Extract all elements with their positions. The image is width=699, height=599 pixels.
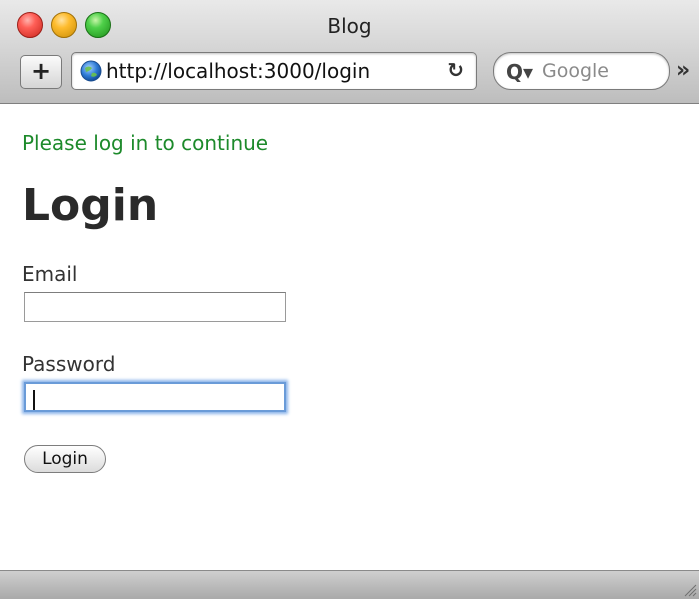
browser-toolbar: Blog + http://localhost:3000/login ↻ Q▾ — [0, 0, 699, 104]
address-bar[interactable]: http://localhost:3000/login ↻ — [71, 52, 477, 90]
search-icon[interactable]: Q▾ — [506, 60, 533, 84]
search-input[interactable] — [542, 60, 662, 82]
window-title: Blog — [327, 14, 372, 38]
flash-message: Please log in to continue — [22, 131, 269, 155]
password-label: Password — [22, 352, 116, 376]
search-box[interactable]: Q▾ — [493, 52, 670, 90]
email-label: Email — [22, 262, 78, 286]
text-caret — [33, 390, 35, 410]
page-content: Please log in to continue Login Email Pa… — [0, 104, 699, 570]
globe-icon — [80, 60, 102, 82]
url-text[interactable]: http://localhost:3000/login — [106, 59, 370, 83]
login-button[interactable]: Login — [24, 445, 106, 473]
reload-icon[interactable]: ↻ — [447, 58, 464, 82]
overflow-chevron-icon[interactable]: » — [676, 58, 690, 83]
page-title: Login — [22, 180, 159, 231]
new-tab-button[interactable]: + — [20, 55, 62, 89]
status-bar — [0, 570, 699, 599]
password-field[interactable] — [24, 382, 286, 412]
browser-window: Blog + http://localhost:3000/login ↻ Q▾ — [0, 0, 699, 599]
resize-grip-icon[interactable] — [681, 581, 697, 597]
email-field[interactable] — [24, 292, 286, 322]
